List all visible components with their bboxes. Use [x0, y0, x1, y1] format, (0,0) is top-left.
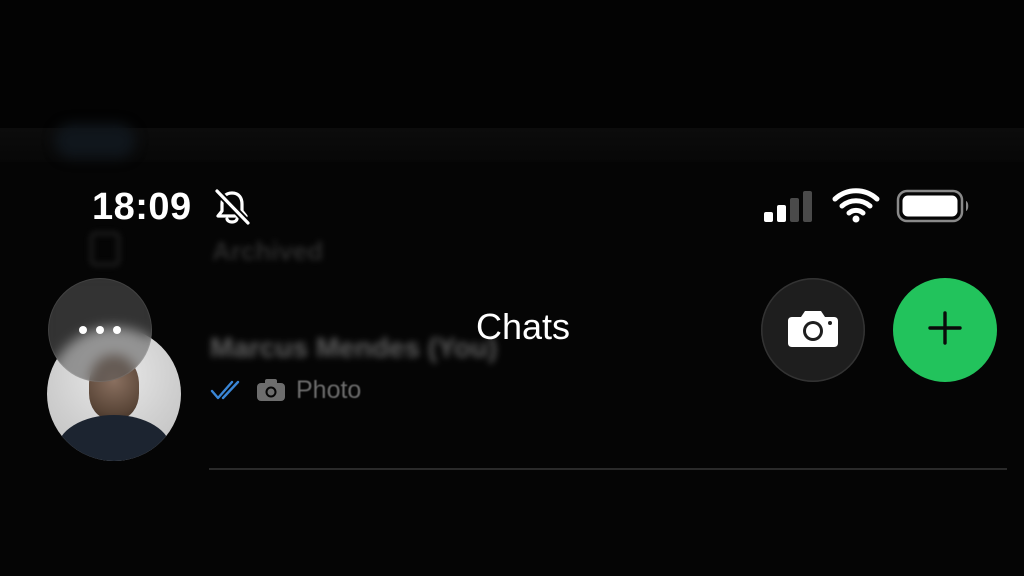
archived-label: Archived [212, 236, 324, 266]
chats-screen: Archived Marcus Mendes (You) Photo 18:09… [0, 0, 1024, 576]
battery-icon [896, 188, 972, 224]
double-check-icon [210, 379, 246, 401]
camera-icon [256, 378, 286, 402]
status-time: 18:09 [92, 186, 192, 228]
ellipsis-dot [96, 326, 104, 334]
archived-row[interactable]: Archived [90, 228, 1000, 274]
ellipsis-dot [113, 326, 121, 334]
plus-icon [925, 308, 965, 353]
wifi-icon [832, 186, 880, 224]
preview-text: Photo [296, 375, 362, 404]
camera-button[interactable] [761, 278, 865, 382]
ellipsis-icon [79, 326, 87, 334]
cellular-signal-icon [762, 190, 818, 224]
avatar-body [57, 415, 171, 461]
camera-icon [786, 307, 840, 354]
archive-icon [90, 232, 120, 266]
row-divider [209, 468, 1007, 470]
bell-slash-icon [212, 187, 252, 227]
new-chat-button[interactable] [893, 278, 997, 382]
more-button[interactable] [48, 278, 152, 382]
page-title: Chats [475, 306, 571, 347]
chat-list: Archived Marcus Mendes (You) Photo [0, 0, 1024, 576]
chat-preview[interactable]: Photo [210, 372, 361, 408]
